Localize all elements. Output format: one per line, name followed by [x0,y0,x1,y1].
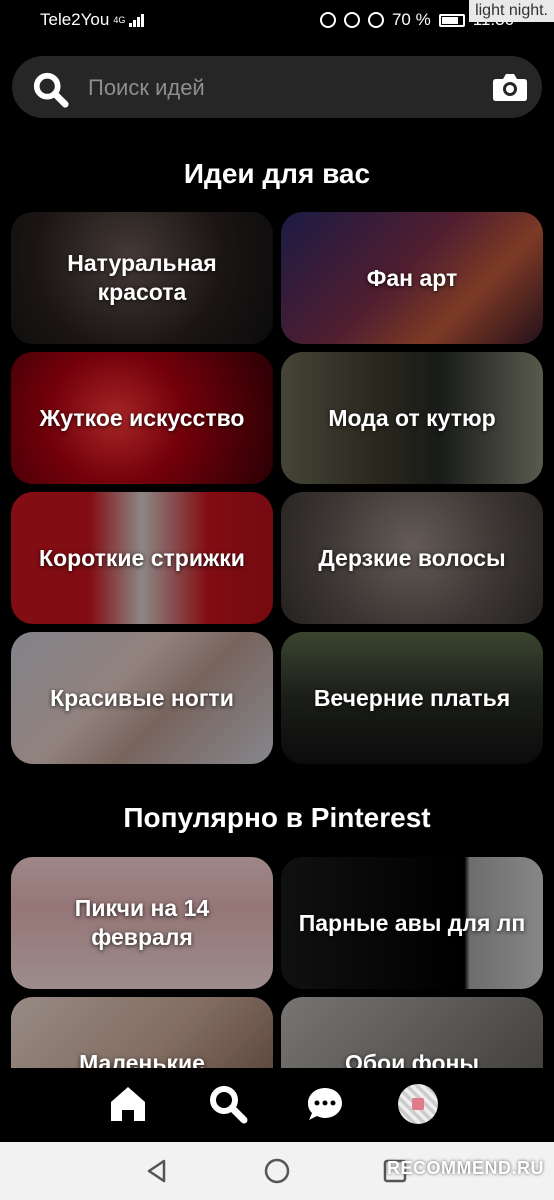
section-title-ideas: Идеи для вас [183,158,371,189]
home-icon[interactable] [108,1084,148,1124]
carrier-name: Tele2You [40,10,110,29]
profile-avatar[interactable] [398,1084,438,1124]
idea-tile[interactable]: Короткие стрижки [11,492,273,624]
idea-tile[interactable]: Красивые ногти [11,632,273,764]
signal-icon [129,13,145,27]
home-button-icon[interactable] [262,1156,292,1186]
popular-tile-label: Пикчи на 14 февраля [74,895,210,950]
idea-tile-label: Короткие стрижки [39,544,245,571]
search-input[interactable] [86,70,470,106]
idea-tile[interactable]: Мода от кутюр [281,352,543,484]
watermark-bottom: RECOMMEND.RU [387,1158,544,1178]
idea-tile[interactable]: Фан арт [281,212,543,344]
status-bar: Tele2You 4G 70 % 11:36 light night. [0,0,554,40]
search-icon[interactable] [208,1084,248,1124]
system-nav-bar: RECOMMEND.RU [0,1142,554,1200]
network-type: 4G [113,14,126,25]
idea-tile-label: Красивые ногти [50,684,234,711]
data-saver-icon [319,12,336,28]
popular-tile-label: Парные авы для лп [298,909,526,936]
search-bar[interactable] [12,56,542,118]
idea-tile-label: Мода от кутюр [328,404,496,431]
idea-tile-label: Фан арт [366,264,458,291]
camera-icon[interactable] [492,72,528,102]
idea-tile-label: Натуральная красота [67,250,217,305]
messages-icon[interactable] [305,1084,345,1124]
idea-tile[interactable]: Натуральная красота [11,212,273,344]
do-not-disturb-icon [367,12,384,28]
popular-tile[interactable]: Пикчи на 14 февраля [11,857,273,989]
idea-tile[interactable]: Жуткое искусство [11,352,273,484]
idea-tile-label: Вечерние платья [313,684,511,711]
bottom-nav [0,1068,554,1142]
battery-percent: 70 % [391,10,431,29]
search-icon[interactable] [32,71,70,109]
popular-tile[interactable]: Парные авы для лп [281,857,543,989]
watermark-top: light night. [469,0,554,22]
battery-icon [438,13,465,27]
section-title-popular: Популярно в Pinterest [123,802,431,833]
status-left: Tele2You 4G [40,10,145,30]
back-icon[interactable] [142,1156,172,1186]
idea-tile-label: Дерзкие волосы [318,544,506,571]
alarm-icon [343,12,360,28]
idea-tile-label: Жуткое искусство [39,404,245,431]
idea-tile[interactable]: Вечерние платья [281,632,543,764]
idea-tile[interactable]: Дерзкие волосы [281,492,543,624]
